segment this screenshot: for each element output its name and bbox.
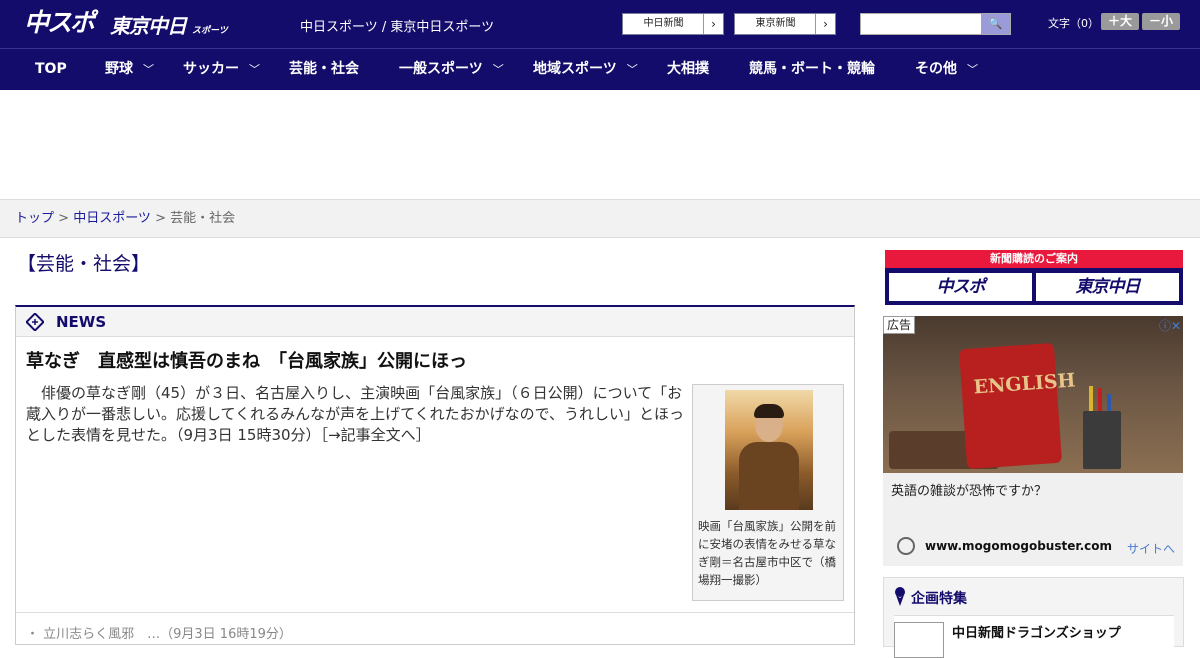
nav-label: サッカー	[183, 61, 239, 77]
chunichi-shimbun-button[interactable]: 中日新聞 ›	[622, 13, 724, 35]
nav-label: 大相撲	[667, 61, 709, 77]
search-button[interactable]: 🔍	[981, 14, 1010, 34]
breadcrumb-separator: >	[54, 211, 74, 226]
news-panel-header: NEWS	[16, 307, 854, 337]
photo-person-body	[739, 442, 799, 510]
news-list-item[interactable]: ・ 立川志らく風邪 …（9月3日 16時19分）	[26, 623, 292, 642]
nav-item-sumo[interactable]: 大相撲	[667, 49, 709, 91]
section-title: 【芸能・社会】	[17, 253, 151, 275]
breadcrumb-current: 芸能・社会	[170, 211, 236, 226]
breadcrumb-separator: >	[150, 211, 171, 226]
ad-url[interactable]: www.mogomogobuster.com	[925, 539, 1112, 553]
ad-close-icon[interactable]: ⓘ✕	[1159, 317, 1181, 334]
site-header: 中スポ 東京中日 スポーツ 中日スポーツ / 東京中日スポーツ 中日新聞 › 東…	[0, 0, 1200, 48]
nav-item-regional-sports[interactable]: 地域スポーツ ﹀	[533, 49, 638, 91]
subscription-banner-title: 新聞購読のご案内	[885, 250, 1183, 268]
nav-item-general-sports[interactable]: 一般スポーツ ﹀	[399, 49, 504, 91]
tokyo-shimbun-button[interactable]: 東京新聞 ›	[734, 13, 836, 35]
nav-label: 地域スポーツ	[533, 61, 617, 77]
tokyo-chunichi-logo-text: 東京中日	[110, 14, 187, 38]
chevron-down-icon: ﹀	[492, 63, 504, 76]
chevron-right-icon: ›	[703, 14, 723, 34]
ad-band	[0, 90, 1200, 200]
chevron-down-icon: ﹀	[249, 63, 260, 76]
subscription-chuspo-logo[interactable]: 中スポ	[889, 273, 1032, 301]
ad-pencil-cup	[1083, 411, 1121, 469]
chevron-right-icon: ›	[815, 14, 835, 34]
news-panel: NEWS 草なぎ 直感型は慎吾のまね 「台風家族」公開にほっ 俳優の草なぎ剛（4…	[15, 305, 855, 645]
feature-item-label: 中日新聞ドラゴンズショップ	[952, 626, 1121, 641]
chuspo-logo[interactable]: 中スポ	[24, 6, 95, 40]
font-larger-button[interactable]: ＋大	[1101, 13, 1139, 30]
photo-person-hair	[754, 404, 784, 418]
ad-headline[interactable]: 英語の雑談が恐怖ですか？	[891, 480, 1047, 499]
nav-label: 野球	[105, 61, 133, 77]
nav-item-other[interactable]: その他 ﹀	[915, 49, 978, 91]
chunichi-shimbun-label: 中日新聞	[643, 18, 684, 29]
subscription-tokyo-chunichi-logo[interactable]: 東京中日	[1036, 273, 1179, 301]
tokyo-chunichi-logo[interactable]: 東京中日 スポーツ	[110, 10, 228, 39]
ribbon-icon	[895, 587, 905, 606]
divider	[16, 612, 854, 613]
feature-item[interactable]: 中日新聞ドラゴンズショップ	[894, 615, 1174, 658]
nav-item-baseball[interactable]: 野球 ﹀	[105, 49, 154, 91]
news-photo[interactable]	[725, 390, 813, 510]
tokyo-shimbun-label: 東京新聞	[755, 18, 796, 29]
nav-label: 競馬・ボート・競輪	[749, 61, 875, 77]
chevron-down-icon: ﹀	[626, 63, 638, 76]
main-nav: TOP 野球 ﹀ サッカー ﹀ 芸能・社会 一般スポーツ ﹀ 地域スポーツ ﹀ 大相撲 …	[0, 48, 1200, 90]
news-tag-icon	[26, 313, 44, 331]
nav-item-racing[interactable]: 競馬・ボート・競輪	[749, 49, 875, 91]
sidebar-ad[interactable]: ENGLISH 広告 ⓘ✕ 英語の雑談が恐怖ですか？ www.mogomogob…	[883, 316, 1183, 566]
search-icon: 🔍	[988, 17, 1003, 30]
search-input[interactable]	[861, 14, 982, 34]
feature-thumbnail	[894, 622, 944, 658]
ad-image[interactable]: ENGLISH	[883, 316, 1183, 473]
ad-cta-link[interactable]: サイトへ	[1127, 540, 1175, 557]
breadcrumb-chunichi-link[interactable]: 中日スポーツ	[73, 211, 151, 226]
news-body[interactable]: 俳優の草なぎ剛（45）が３日、名古屋入りし、主演映画「台風家族」（６日公開）につ…	[26, 383, 686, 446]
subscription-banner[interactable]: 新聞購読のご案内 中スポ 東京中日	[885, 250, 1183, 305]
globe-icon	[897, 537, 915, 555]
site-links[interactable]: 中日スポーツ / 東京中日スポーツ	[300, 16, 494, 35]
search-box: 🔍	[860, 13, 1011, 35]
nav-label: 一般スポーツ	[399, 61, 483, 77]
news-photo-caption: 映画「台風家族」公開を前に安堵の表情をみせる草なぎ剛＝名古屋市中区で（橋場翔一撮…	[698, 519, 836, 587]
ad-book: ENGLISH	[958, 342, 1076, 470]
tokyo-chunichi-logo-sub: スポーツ	[191, 26, 228, 36]
nav-label: その他	[915, 61, 957, 77]
font-smaller-button[interactable]: －小	[1142, 13, 1180, 30]
ad-book-title: ENGLISH	[972, 369, 1077, 399]
news-photo-box: 映画「台風家族」公開を前に安堵の表情をみせる草なぎ剛＝名古屋市中区で（橋場翔一撮…	[692, 384, 844, 601]
nav-item-entertainment[interactable]: 芸能・社会	[289, 49, 359, 91]
news-label: NEWS	[56, 313, 107, 331]
chevron-down-icon: ﹀	[967, 63, 978, 76]
feature-title: 企画特集	[911, 591, 967, 607]
nav-label: 芸能・社会	[289, 61, 359, 77]
breadcrumb: トップ > 中日スポーツ > 芸能・社会	[0, 200, 1200, 238]
feature-box: 企画特集 中日新聞ドラゴンズショップ	[883, 577, 1184, 658]
ad-label: 広告	[883, 316, 916, 334]
nav-item-soccer[interactable]: サッカー ﹀	[183, 49, 260, 91]
font-size-label: 文字（0）	[1048, 17, 1099, 30]
nav-label: TOP	[35, 61, 67, 77]
nav-item-top[interactable]: TOP	[35, 49, 67, 91]
news-headline[interactable]: 草なぎ 直感型は慎吾のまね 「台風家族」公開にほっ	[26, 347, 467, 373]
breadcrumb-top-link[interactable]: トップ	[15, 211, 54, 226]
chevron-down-icon: ﹀	[143, 63, 154, 76]
